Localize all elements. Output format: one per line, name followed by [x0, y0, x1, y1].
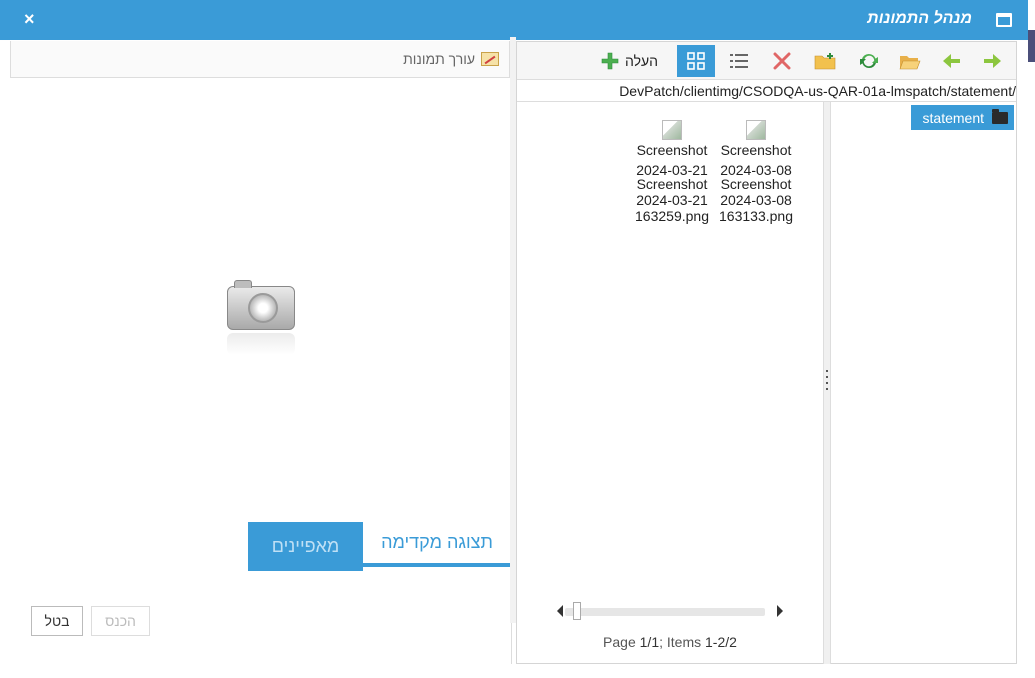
upload-label: העלה [625, 53, 659, 69]
list-view-button[interactable] [720, 45, 758, 77]
browser-toolbar: העלה [517, 42, 1016, 80]
folder-icon [992, 108, 1008, 124]
add-icon [601, 52, 619, 70]
file-list: Screenshot 2024-03-08 Screenshot 2024-03… [517, 102, 823, 664]
forward-icon [984, 54, 1001, 68]
new-folder-button[interactable] [806, 45, 844, 77]
image-editor-bar: עורך תמונות [10, 41, 510, 78]
upload-button[interactable]: העלה [601, 50, 658, 72]
dialog-title: מנהל התמונות [867, 10, 972, 27]
image-editor-label: עורך תמונות [403, 51, 475, 67]
image-editor-button[interactable]: עורך תמונות [403, 51, 499, 67]
camera-icon [227, 280, 295, 330]
tree-item-statement[interactable]: statement [911, 105, 1014, 130]
broken-image-icon [746, 120, 766, 140]
file-browser: העלה DevPatch/clientimg/CSODQA-us-QAR-01… [516, 41, 1017, 664]
broken-image-icon [662, 120, 682, 140]
pane-splitter[interactable] [823, 102, 830, 664]
page-value: 1/1 [639, 634, 660, 650]
window-scroll-edge [1028, 30, 1035, 62]
close-icon[interactable]: × [24, 9, 35, 30]
tab-preview[interactable]: תצוגה מקדימה [363, 522, 511, 567]
items-label: ; Items [659, 634, 702, 650]
open-folder-icon [899, 56, 921, 70]
forward-button[interactable] [973, 45, 1011, 77]
scroll-right-arrow-icon[interactable] [777, 605, 783, 617]
dialog-titlebar: × מנהל התמונות [0, 0, 1028, 40]
page-label: Page [603, 634, 636, 650]
open-folder-button[interactable] [891, 45, 929, 77]
horizontal-scrollbar[interactable] [565, 608, 765, 616]
scroll-left-arrow-icon[interactable] [557, 605, 563, 617]
thumbnail-view-icon [687, 52, 705, 70]
back-icon [943, 54, 960, 68]
scrollbar-thumb[interactable] [573, 602, 581, 620]
file-item[interactable]: Screenshot 2024-03-21 Screenshot 2024-03… [629, 120, 715, 224]
page-info: Page 1/1; Items 1-2/2 [517, 634, 823, 650]
preview-tabs: מאפיינים תצוגה מקדימה [248, 522, 511, 571]
current-path: DevPatch/clientimg/CSODQA-us-QAR-01a-lms… [517, 80, 1016, 102]
file-short-name: Screenshot [720, 142, 792, 158]
file-item[interactable]: Screenshot 2024-03-08 Screenshot 2024-03… [713, 120, 799, 224]
items-value: 1-2/2 [705, 634, 737, 650]
refresh-icon [860, 53, 878, 69]
delete-icon [773, 52, 791, 70]
thumbnail-view-button[interactable] [677, 45, 715, 77]
list-view-icon [730, 54, 748, 68]
back-button[interactable] [933, 45, 971, 77]
folder-tree: statement [830, 102, 1016, 664]
image-edit-icon [481, 52, 499, 66]
window-icon [996, 13, 1012, 27]
splitter-grip-icon [826, 370, 829, 390]
pager: Page 1/1; Items 1-2/2 [517, 594, 823, 664]
delete-button[interactable] [763, 45, 801, 77]
new-folder-icon [814, 53, 836, 70]
refresh-button[interactable] [850, 45, 888, 77]
preview-pane: עורך תמונות מאפיינים תצוגה מקדימה בטל הכ… [0, 41, 512, 664]
insert-button[interactable]: הכנס [91, 606, 150, 636]
file-full-name: Screenshot 2024-03-21 163259.png [635, 176, 709, 224]
camera-reflection [227, 333, 295, 355]
file-full-name: Screenshot 2024-03-08 163133.png [719, 176, 793, 224]
tree-item-label: statement [922, 109, 984, 126]
file-short-name: Screenshot [636, 142, 708, 158]
tab-properties[interactable]: מאפיינים [248, 522, 363, 571]
cancel-button[interactable]: בטל [31, 606, 83, 636]
